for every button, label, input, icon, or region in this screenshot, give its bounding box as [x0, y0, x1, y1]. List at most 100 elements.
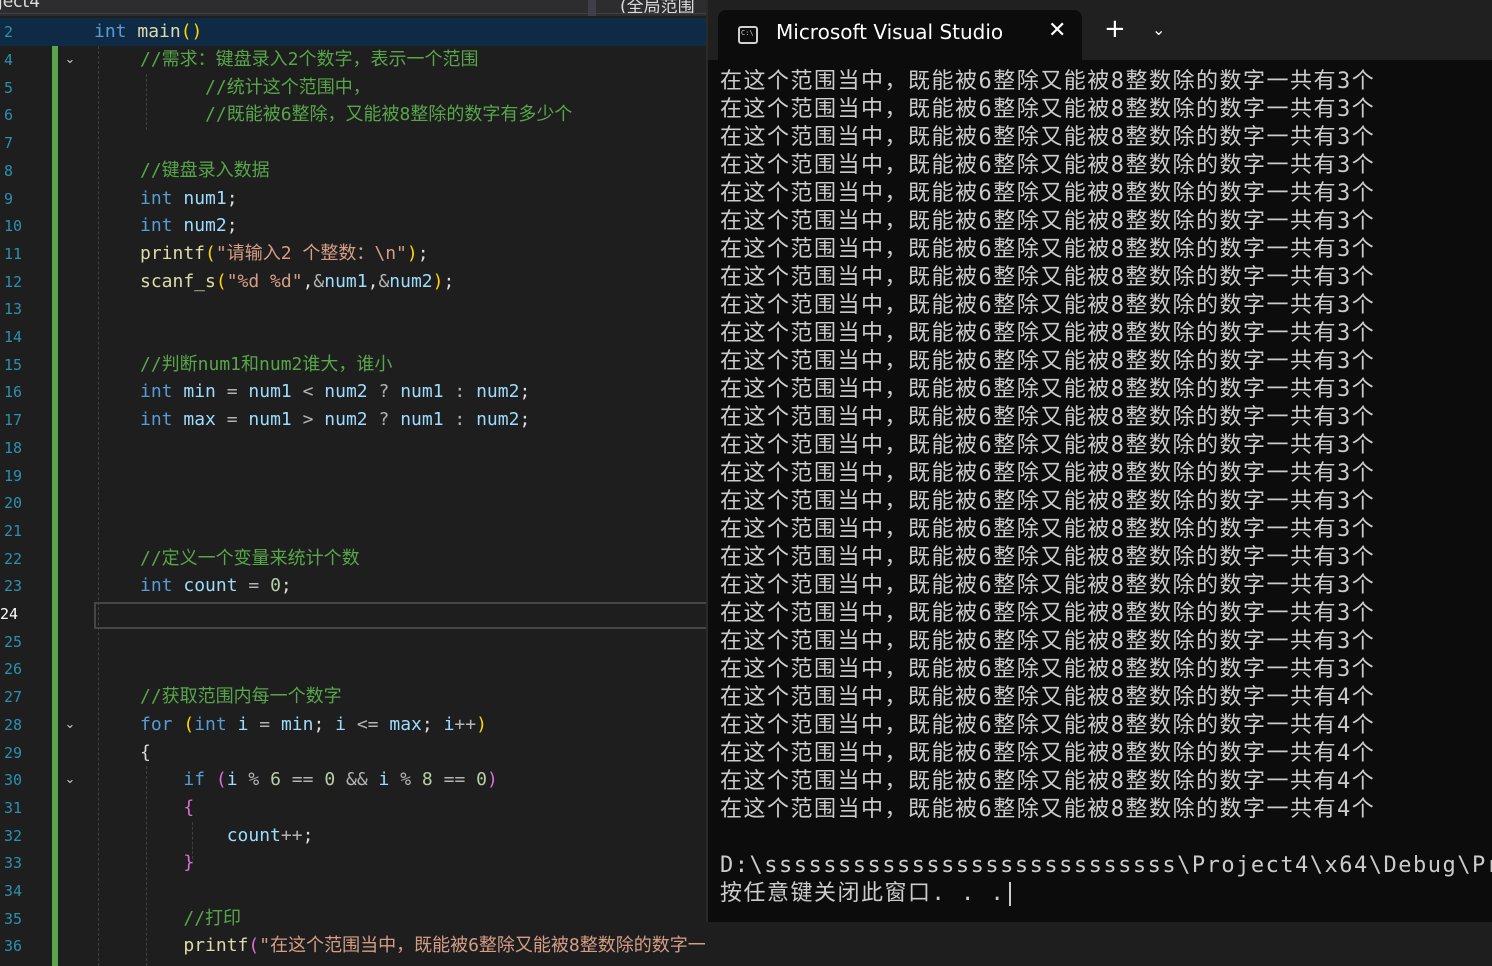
code-line[interactable]: 32 count++;: [0, 822, 708, 850]
line-number: 31: [4, 798, 23, 817]
code-line[interactable]: 24: [0, 600, 708, 628]
code-editor[interactable]: ject4 (全局范围 2 int main() 4 ⌄ //需求：键盘录入2个数字…: [0, 0, 708, 966]
code-line[interactable]: 35 //打印: [0, 905, 708, 933]
code-line[interactable]: 16 int min = num1 < num2 ? num1 : num2;: [0, 378, 708, 406]
line-number: 33: [4, 854, 23, 873]
code-line[interactable]: 33 }: [0, 849, 708, 877]
fold-chevron-icon[interactable]: ⌄: [62, 772, 78, 788]
code-line-text[interactable]: for (int i = min; i <= max; i++): [140, 711, 487, 739]
console-output[interactable]: 在这个范围当中，既能被6整除又能被8整数除的数字一共有3个 在这个范围当中，既能被…: [720, 68, 1492, 908]
code-line[interactable]: 20: [0, 489, 708, 517]
code-line[interactable]: 28 ⌄ for (int i = min; i <= max; i++): [0, 711, 708, 739]
line-number: 14: [4, 328, 23, 346]
code-line-text[interactable]: int count = 0;: [140, 572, 292, 600]
code-line[interactable]: 14: [0, 323, 708, 351]
code-line[interactable]: 23 int count = 0;: [0, 572, 708, 600]
code-line[interactable]: 19: [0, 462, 708, 490]
console-output-line: 在这个范围当中，既能被6整除又能被8整数除的数字一共有3个: [720, 153, 1376, 178]
code-line[interactable]: 7: [0, 129, 708, 157]
code-line[interactable]: 10 int num2;: [0, 212, 708, 240]
code-line[interactable]: 29 {: [0, 739, 708, 767]
chevron-down-icon[interactable]: ⌄: [1152, 20, 1165, 39]
code-line-text[interactable]: //打印: [140, 905, 241, 933]
scope-dropdown-label: (全局范围: [620, 0, 695, 14]
console-window[interactable]: Microsoft Visual Studio ✕ + ⌄ 在这个范围当中，既能…: [706, 0, 1492, 922]
fold-chevron-icon[interactable]: ⌄: [62, 52, 78, 68]
editor-background-strip: [706, 922, 1492, 966]
fold-chevron-icon[interactable]: ⌄: [62, 717, 78, 733]
code-line[interactable]: 31 {: [0, 794, 708, 822]
code-line-text[interactable]: int main(): [94, 18, 202, 46]
code-line-text[interactable]: if (i % 6 == 0 && i % 8 == 0): [140, 766, 497, 794]
code-line[interactable]: 4 ⌄ //需求：键盘录入2个数字，表示一个范围: [0, 46, 708, 74]
code-line-text[interactable]: int max = num1 > num2 ? num1 : num2;: [140, 406, 530, 434]
code-line[interactable]: 11 printf("请输入2 个整数：\n");: [0, 240, 708, 268]
console-output-line: 在这个范围当中，既能被6整除又能被8整数除的数字一共有3个: [720, 209, 1376, 234]
code-line-text[interactable]: //定义一个变量来统计个数: [140, 545, 360, 573]
line-number: 13: [4, 300, 23, 319]
console-output-line: 在这个范围当中，既能被6整除又能被8整数除的数字一共有3个: [720, 349, 1376, 374]
code-line-text[interactable]: printf("请输入2 个整数：\n");: [140, 240, 429, 268]
console-exit-path: D:\ssssssssssssssssssssssssssss\Project4…: [720, 853, 1492, 878]
code-line-text[interactable]: }: [140, 849, 194, 877]
code-line[interactable]: 25: [0, 628, 708, 656]
project-dropdown[interactable]: ject4: [0, 0, 588, 14]
code-line-text[interactable]: int num2;: [140, 212, 238, 240]
code-line-text[interactable]: //判断num1和num2谁大，谁小: [140, 351, 392, 379]
line-number: 5: [4, 78, 14, 97]
code-line[interactable]: 18: [0, 434, 708, 462]
console-output-line: 在这个范围当中，既能被6整除又能被8整数除的数字一共有3个: [720, 573, 1376, 598]
console-output-line: 在这个范围当中，既能被6整除又能被8整数除的数字一共有4个: [720, 797, 1376, 822]
code-line-text[interactable]: {: [140, 794, 194, 822]
console-output-line: 在这个范围当中，既能被6整除又能被8整数除的数字一共有3个: [720, 181, 1376, 206]
code-line[interactable]: 6 //既能被6整除，又能被8整除的数字有多少个: [0, 101, 708, 129]
line-number: 24: [0, 605, 19, 623]
code-line-text[interactable]: scanf_s("%d %d",&num1,&num2);: [140, 268, 454, 296]
console-output-line: 在这个范围当中，既能被6整除又能被8整数除的数字一共有3个: [720, 517, 1376, 542]
console-output-line: 在这个范围当中，既能被6整除又能被8整数除的数字一共有3个: [720, 601, 1376, 626]
code-line-text[interactable]: {: [140, 739, 151, 767]
code-line-text[interactable]: int num1;: [140, 185, 238, 213]
code-line[interactable]: 9 int num1;: [0, 185, 708, 213]
code-line-text[interactable]: //需求：键盘录入2个数字，表示一个范围: [140, 46, 479, 74]
line-number: 18: [4, 438, 23, 457]
code-line[interactable]: 12 scanf_s("%d %d",&num1,&num2);: [0, 268, 708, 296]
new-tab-icon[interactable]: +: [1104, 16, 1126, 42]
line-number: 32: [4, 826, 23, 845]
code-line[interactable]: 13: [0, 295, 708, 323]
code-line-text[interactable]: //统计这个范围中，: [140, 74, 371, 102]
code-line[interactable]: 8 //键盘录入数据: [0, 157, 708, 185]
code-line[interactable]: 5 //统计这个范围中，: [0, 74, 708, 102]
scope-dropdown[interactable]: (全局范围: [596, 0, 708, 14]
code-line[interactable]: 21: [0, 517, 708, 545]
line-number: 12: [4, 272, 23, 291]
console-output-line: 在这个范围当中，既能被6整除又能被8整数除的数字一共有3个: [720, 545, 1376, 570]
code-line[interactable]: 30 ⌄ if (i % 6 == 0 && i % 8 == 0): [0, 766, 708, 794]
console-output-line: 在这个范围当中，既能被6整除又能被8整数除的数字一共有3个: [720, 293, 1376, 318]
code-line[interactable]: 34: [0, 877, 708, 905]
line-number: 7: [4, 134, 14, 153]
console-output-line: 在这个范围当中，既能被6整除又能被8整数除的数字一共有3个: [720, 405, 1376, 430]
console-titlebar[interactable]: Microsoft Visual Studio ✕ + ⌄: [708, 0, 1492, 60]
code-line-text[interactable]: count++;: [140, 822, 314, 850]
line-number: 10: [4, 217, 23, 236]
sticky-scroll-line[interactable]: 2 int main(): [0, 18, 708, 46]
code-line-text[interactable]: //既能被6整除，又能被8整除的数字有多少个: [140, 101, 572, 129]
code-line[interactable]: 27 //获取范围内每一个数字: [0, 683, 708, 711]
line-number: 28: [4, 715, 23, 734]
code-line[interactable]: 26: [0, 655, 708, 683]
code-line[interactable]: 22 //定义一个变量来统计个数: [0, 545, 708, 573]
line-number: 2: [4, 23, 14, 41]
code-line[interactable]: 15 //判断num1和num2谁大，谁小: [0, 351, 708, 379]
close-icon[interactable]: ✕: [1048, 18, 1066, 43]
code-line-text[interactable]: printf("在这个范围当中，既能被6整除又能被8整数除的数字一共有%d个\n…: [140, 932, 708, 960]
code-line[interactable]: 17 int max = num1 > num2 ? num1 : num2;: [0, 406, 708, 434]
code-line-text[interactable]: //键盘录入数据: [140, 157, 270, 185]
code-line-text[interactable]: //获取范围内每一个数字: [140, 683, 342, 711]
code-line[interactable]: 36 printf("在这个范围当中，既能被6整除又能被8整数除的数字一共有%d…: [0, 932, 708, 960]
console-tab[interactable]: Microsoft Visual Studio ✕: [718, 10, 1082, 60]
console-output-line: 在这个范围当中，既能被6整除又能被8整数除的数字一共有3个: [720, 629, 1376, 654]
code-line-text[interactable]: int min = num1 < num2 ? num1 : num2;: [140, 378, 530, 406]
console-output-line: 在这个范围当中，既能被6整除又能被8整数除的数字一共有4个: [720, 769, 1376, 794]
line-number: 16: [4, 383, 23, 402]
